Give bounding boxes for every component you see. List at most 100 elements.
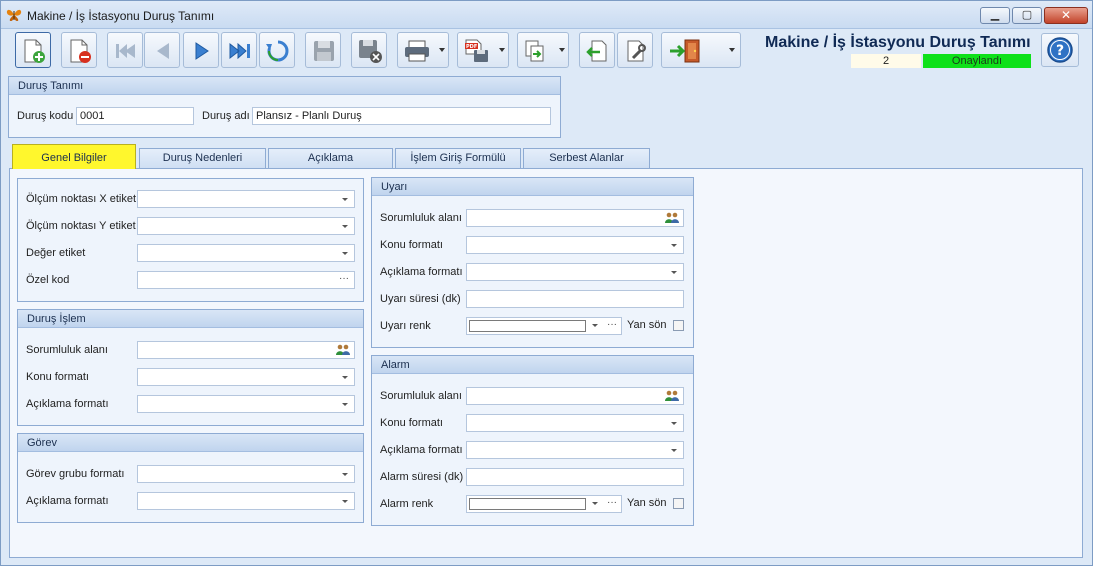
chevron-down-icon	[592, 502, 598, 505]
uyari-aciklama-label: Açıklama formatı	[380, 266, 463, 278]
delete-record-icon	[70, 39, 91, 63]
color-swatch	[469, 498, 586, 510]
title-bar: Makine / İş İstasyonu Duruş Tanımı ▁ ▢ ✕	[1, 1, 1092, 29]
chevron-down-icon	[671, 244, 677, 247]
durus-islem-aciklama-combo[interactable]	[137, 395, 355, 413]
copy-button[interactable]	[517, 32, 569, 68]
alarm-sorumluluk-label: Sorumluluk alanı	[380, 390, 462, 402]
chevron-down-icon	[439, 48, 445, 52]
delete-record-button[interactable]	[61, 32, 97, 68]
save-close-button[interactable]	[351, 32, 387, 68]
app-window: Makine / İş İstasyonu Duruş Tanımı ▁ ▢ ✕	[0, 0, 1093, 566]
chevron-down-icon	[559, 48, 565, 52]
alarm-aciklama-combo[interactable]	[466, 441, 684, 459]
import-button[interactable]	[579, 32, 615, 68]
minimize-button[interactable]: ▁	[980, 7, 1010, 24]
new-record-button[interactable]	[15, 32, 51, 68]
first-record-button[interactable]	[107, 32, 143, 68]
olcum-y-label: Ölçüm noktası Y etiket	[26, 220, 136, 232]
alarm-sure-label: Alarm süresi (dk)	[380, 471, 464, 483]
uyari-sure-input[interactable]	[466, 290, 684, 308]
close-button[interactable]: ✕	[1044, 7, 1088, 24]
uyari-konu-combo[interactable]	[466, 236, 684, 254]
gorev-aciklama-label: Açıklama formatı	[26, 495, 109, 507]
uyari-renk-combo[interactable]: ···	[466, 317, 622, 335]
refresh-button[interactable]	[259, 32, 295, 68]
durus-kodu-input[interactable]: 0001	[76, 107, 194, 125]
save-close-icon	[359, 40, 382, 63]
tab-aciklama[interactable]: Açıklama	[268, 148, 393, 168]
ozel-kod-label: Özel kod	[26, 274, 70, 286]
durus-kodu-label: Duruş kodu	[17, 110, 74, 122]
exit-button[interactable]	[661, 32, 741, 68]
alarm-aciklama-label: Açıklama formatı	[380, 444, 463, 456]
olcum-x-combo[interactable]	[137, 190, 355, 208]
ellipsis-icon: ···	[607, 497, 617, 508]
ellipsis-icon: ···	[607, 319, 617, 330]
durus-islem-konu-label: Konu formatı	[26, 371, 89, 383]
page-title: Makine / İş İstasyonu Duruş Tanımı	[765, 34, 1031, 51]
svg-text:PDF: PDF	[466, 44, 477, 50]
gorev-aciklama-combo[interactable]	[137, 492, 355, 510]
people-icon[interactable]	[665, 390, 679, 402]
ellipsis-icon: ···	[339, 273, 349, 284]
prev-record-button[interactable]	[144, 32, 180, 68]
group-heading: Alarm	[372, 356, 693, 374]
group-heading: Görev	[18, 434, 363, 452]
uyari-yan-son-label: Yan sön	[627, 319, 667, 331]
copy-icon	[525, 40, 544, 62]
status-badge: Onaylandı	[923, 54, 1031, 68]
pdf-export-button[interactable]: PDF	[457, 32, 509, 68]
alarm-sorumluluk-input[interactable]	[466, 387, 684, 405]
durus-adi-input[interactable]: Plansız - Planlı Duruş	[252, 107, 551, 125]
durus-islem-konu-combo[interactable]	[137, 368, 355, 386]
alarm-renk-label: Alarm renk	[380, 498, 434, 510]
window-title: Makine / İş İstasyonu Duruş Tanımı	[27, 9, 215, 23]
chevron-down-icon	[671, 449, 677, 452]
durus-islem-aciklama-label: Açıklama formatı	[26, 398, 109, 410]
durus-islem-sorumluluk-input[interactable]	[137, 341, 355, 359]
last-record-button[interactable]	[221, 32, 257, 68]
alarm-yan-son-label: Yan sön	[627, 497, 667, 509]
gorev-grubu-combo[interactable]	[137, 465, 355, 483]
help-button[interactable]: ?	[1041, 33, 1079, 67]
settings-button[interactable]	[617, 32, 653, 68]
save-button[interactable]	[305, 32, 341, 68]
uyari-aciklama-combo[interactable]	[466, 263, 684, 281]
durus-islem-sorumluluk-label: Sorumluluk alanı	[26, 344, 108, 356]
minimize-icon: ▁	[990, 9, 1000, 21]
import-icon	[586, 40, 607, 62]
alarm-yan-son-checkbox[interactable]	[673, 498, 684, 509]
next-record-icon	[195, 42, 209, 60]
chevron-down-icon	[729, 48, 735, 52]
refresh-icon	[266, 40, 289, 62]
close-icon: ✕	[1060, 8, 1072, 22]
next-record-button[interactable]	[183, 32, 219, 68]
chevron-down-icon	[592, 324, 598, 327]
alarm-sure-input[interactable]	[466, 468, 684, 486]
uyari-sure-label: Uyarı süresi (dk)	[380, 293, 461, 305]
help-icon: ?	[1047, 37, 1073, 63]
print-button[interactable]	[397, 32, 449, 68]
uyari-konu-label: Konu formatı	[380, 239, 443, 251]
tab-islem-giris-formulu[interactable]: İşlem Giriş Formülü	[395, 148, 521, 168]
prev-record-icon	[157, 43, 169, 59]
tab-durus-nedenleri[interactable]: Duruş Nedenleri	[139, 148, 266, 168]
uyari-yan-son-checkbox[interactable]	[673, 320, 684, 331]
people-icon[interactable]	[665, 212, 679, 224]
uyari-sorumluluk-input[interactable]	[466, 209, 684, 227]
tab-serbest-alanlar[interactable]: Serbest Alanlar	[523, 148, 650, 168]
ozel-kod-input[interactable]: ···	[137, 271, 355, 289]
svg-text:?: ?	[1056, 43, 1064, 59]
alarm-renk-combo[interactable]: ···	[466, 495, 622, 513]
deger-etiket-combo[interactable]	[137, 244, 355, 262]
people-icon[interactable]	[336, 344, 350, 356]
group-heading: Uyarı	[372, 178, 693, 196]
alarm-konu-combo[interactable]	[466, 414, 684, 432]
maximize-button[interactable]: ▢	[1012, 7, 1042, 24]
tab-genel-bilgiler[interactable]: Genel Bilgiler	[12, 144, 136, 169]
new-record-icon	[24, 39, 45, 63]
chevron-down-icon	[671, 271, 677, 274]
olcum-y-combo[interactable]	[137, 217, 355, 235]
save-icon	[314, 41, 334, 61]
